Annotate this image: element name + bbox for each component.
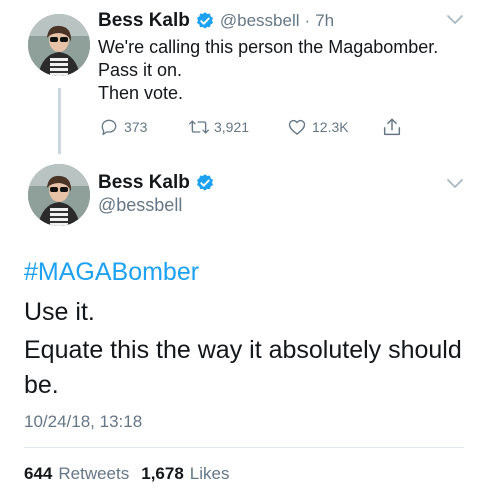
tweet-stats: 644 Retweets 1,678 Likes: [24, 464, 229, 484]
avatar[interactable]: [28, 14, 90, 76]
like-count: 12.3K: [312, 119, 349, 135]
like-button[interactable]: 12.3K: [286, 117, 349, 137]
avatar[interactable]: [28, 164, 90, 226]
reply-count: 373: [124, 119, 148, 135]
verified-badge-icon: [196, 12, 213, 29]
like-icon: [288, 119, 306, 135]
tweet-text-line: Use it.: [24, 298, 95, 326]
verified-badge-icon: [196, 174, 213, 191]
tweet-text-line: be.: [24, 371, 59, 399]
chevron-down-icon[interactable]: [446, 178, 464, 190]
likes-count[interactable]: 1,678: [141, 464, 184, 484]
tweet-text-line: Equate this the way it absolutely should: [24, 336, 462, 364]
avatar-photo: [28, 14, 90, 76]
share-icon[interactable]: [381, 116, 403, 138]
reply-button[interactable]: 373: [98, 117, 147, 137]
author-handle[interactable]: @bessbell: [98, 195, 182, 216]
retweet-icon: [189, 120, 209, 134]
divider: [24, 447, 464, 448]
retweets-label[interactable]: Retweets: [58, 464, 129, 484]
tweet-timestamp[interactable]: 10/24/18, 13:18: [24, 412, 142, 432]
author-name[interactable]: Bess Kalb: [98, 172, 190, 194]
retweets-count[interactable]: 644: [24, 464, 52, 484]
chevron-down-icon[interactable]: [446, 14, 464, 26]
author-handle[interactable]: @bessbell: [220, 11, 300, 31]
likes-label[interactable]: Likes: [190, 464, 230, 484]
tweet-time[interactable]: 7h: [315, 11, 334, 31]
main-tweet-author: Bess Kalb: [98, 172, 215, 194]
avatar-photo: [28, 164, 90, 226]
retweet-button[interactable]: 3,921: [188, 117, 249, 137]
thread-connector: [58, 88, 61, 154]
separator-dot: ·: [304, 11, 311, 30]
reply-tweet-header: Bess Kalb @bessbell · 7h: [98, 10, 334, 32]
tweet-text: We're calling this person the Magabomber…: [98, 37, 439, 103]
author-name[interactable]: Bess Kalb: [98, 10, 190, 32]
hashtag-link[interactable]: #MAGABomber: [24, 255, 199, 289]
reply-icon: [101, 119, 117, 136]
retweet-count: 3,921: [214, 119, 250, 135]
